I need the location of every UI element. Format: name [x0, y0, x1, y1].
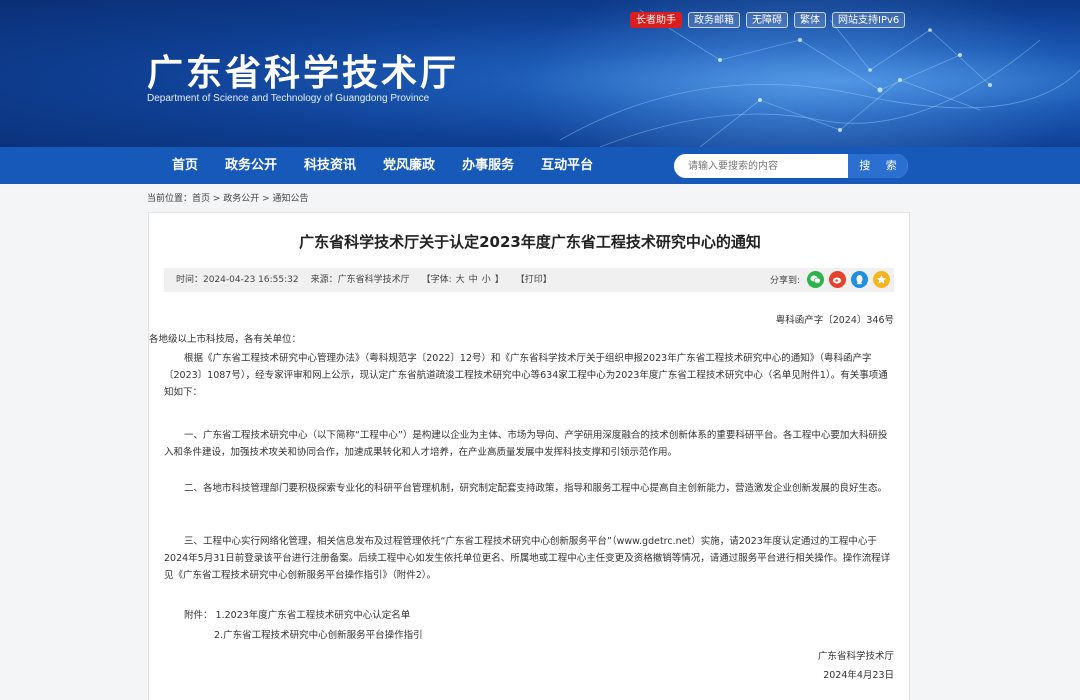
weibo-icon[interactable] [829, 271, 846, 288]
nav-item-gov-affairs[interactable]: 政务公开 [225, 147, 277, 184]
font-label: 【字体: [422, 268, 452, 292]
ipv6-badge: 网站支持IPv6 [832, 12, 905, 28]
article-title: 广东省科学技术厅关于认定2023年度广东省工程技术研究中心的通知 [149, 231, 911, 252]
nav-item-home[interactable]: 首页 [172, 147, 198, 184]
site-title[interactable]: 广东省科学技术厅 [147, 44, 459, 96]
gov-mail-link[interactable]: 政务邮箱 [688, 12, 740, 28]
article-source: 来源：广东省科学技术厅 [311, 268, 410, 292]
attachment-label: 附件： [184, 610, 213, 621]
breadcrumb: 当前位置：首页 > 政务公开 > 通知公告 [147, 191, 309, 204]
attachment-link-1[interactable]: 1.2023年度广东省工程技术研究中心认定名单 [216, 610, 411, 621]
font-small-button[interactable]: 小 [482, 268, 491, 292]
qq-icon[interactable] [851, 271, 868, 288]
article-panel: 广东省科学技术厅关于认定2023年度广东省工程技术研究中心的通知 时间：2024… [148, 212, 910, 700]
nav-item-sci-news[interactable]: 科技资讯 [304, 147, 356, 184]
paragraph-2: 二、各地市科技管理部门要积极探索专业化的科研平台管理机制，研究制定配套支持政策，… [164, 480, 894, 497]
font-size-control: 【字体: 大 中 小 】 [422, 268, 504, 292]
nav-item-services[interactable]: 办事服务 [462, 147, 514, 184]
main-nav: 首页 政务公开 科技资讯 党风廉政 办事服务 互动平台 搜 索 [0, 147, 1080, 184]
nav-item-interaction[interactable]: 互动平台 [541, 147, 593, 184]
wechat-icon[interactable] [807, 271, 824, 288]
search-box: 搜 索 [674, 154, 908, 178]
nav-item-integrity[interactable]: 党风廉政 [383, 147, 435, 184]
document-number: 粤科函产字〔2024〕346号 [164, 312, 894, 329]
article-meta-bar: 时间：2024-04-23 16:55:32 来源：广东省科学技术厅 【字体: … [164, 268, 894, 292]
font-label-close: 】 [495, 268, 504, 292]
paragraph-1: 一、广东省工程技术研究中心（以下简称“工程中心”）是构建以企业为主体、市场为导向… [164, 427, 894, 461]
share-bar: 分享到: [770, 271, 890, 288]
qzone-icon[interactable] [873, 271, 890, 288]
attachment-link-2[interactable]: 2.广东省工程技术研究中心创新服务平台操作指引 [214, 627, 874, 644]
search-input[interactable] [674, 154, 848, 178]
paragraph-3: 三、工程中心实行网络化管理，相关信息发布及过程管理依托“广东省工程技术研究中心创… [164, 533, 894, 584]
accessibility-link[interactable]: 无障碍 [746, 12, 788, 28]
traditional-chinese-link[interactable]: 繁体 [794, 12, 826, 28]
font-medium-button[interactable]: 中 [469, 268, 478, 292]
publish-time: 时间：2024-04-23 16:55:32 [176, 268, 299, 292]
site-header: 广东省科学技术厅 Department of Science and Techn… [0, 0, 1080, 147]
font-large-button[interactable]: 大 [456, 268, 465, 292]
site-subtitle: Department of Science and Technology of … [147, 93, 429, 104]
salutation: 各地级以上市科技局，各有关单位： [149, 331, 894, 348]
sign-date: 2024年4月23日 [164, 667, 894, 684]
signer: 广东省科学技术厅 [164, 648, 894, 665]
share-label: 分享到: [770, 273, 800, 286]
search-button[interactable]: 搜 索 [848, 154, 908, 178]
top-links: 长者助手 政务邮箱 无障碍 繁体 网站支持IPv6 [630, 12, 905, 28]
elder-assistant-link[interactable]: 长者助手 [630, 12, 682, 28]
attachments: 附件： 1.2023年度广东省工程技术研究中心认定名单 [184, 607, 884, 624]
print-button[interactable]: 【打印】 [516, 268, 552, 292]
paragraph-intro: 根据《广东省工程技术研究中心管理办法》（粤科规范字〔2022〕12号）和《广东省… [164, 350, 894, 401]
